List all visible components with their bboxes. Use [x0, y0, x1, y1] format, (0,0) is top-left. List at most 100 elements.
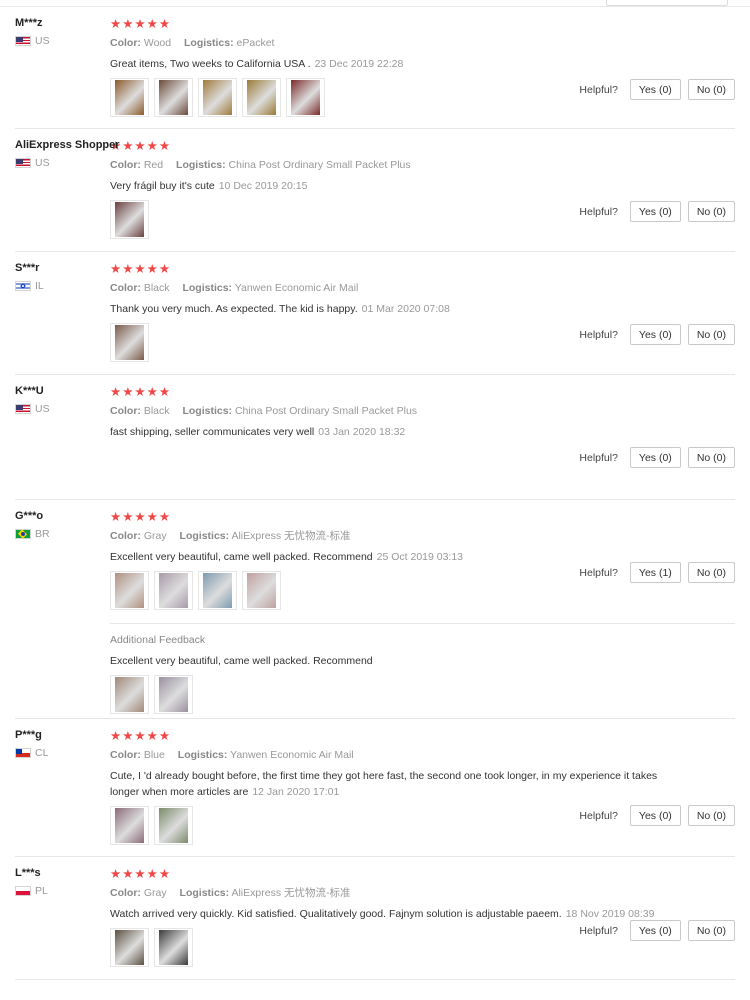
review-text: fast shipping, seller communicates very … — [110, 424, 660, 440]
review-content: ★★★★★ Color: Black Logistics: Yanwen Eco… — [110, 252, 735, 362]
helpful-label: Helpful? — [579, 809, 618, 822]
review-meta: Color: Blue Logistics: Yanwen Economic A… — [110, 749, 735, 762]
review-meta: Color: Wood Logistics: ePacket — [110, 37, 735, 50]
review-item: M***z US ★★★★★ Color: Wood Logistics: eP… — [15, 7, 735, 129]
country-code: IL — [35, 280, 44, 292]
reviewer-info: P***g CL — [15, 729, 110, 759]
logistics-label: Logistics: — [177, 749, 228, 761]
country-flag-icon — [15, 886, 31, 896]
review-date: 25 Oct 2019 03:13 — [376, 551, 464, 563]
helpful-label: Helpful? — [579, 205, 618, 218]
review-body: Cute, I 'd already bought before, the fi… — [110, 770, 658, 798]
rating-stars: ★★★★★ — [110, 729, 172, 743]
color-label: Color: — [110, 887, 141, 899]
helpful-no-button[interactable]: No (0) — [687, 805, 735, 826]
additional-feedback: Additional Feedback Excellent very beaut… — [110, 623, 735, 714]
review-date: 18 Nov 2019 08:39 — [565, 908, 655, 920]
helpful-label: Helpful? — [579, 83, 618, 96]
review-photo-thumbnail[interactable] — [242, 571, 281, 610]
color-label: Color: — [110, 530, 141, 542]
color-value: Gray — [143, 887, 167, 899]
logistics-value: ePacket — [236, 37, 275, 49]
helpful-yes-button[interactable]: Yes (0) — [629, 201, 681, 222]
reviewer-info: G***o BR — [15, 510, 110, 540]
helpful-controls: Helpful? Yes (0) No (0) — [579, 920, 735, 941]
color-value: Black — [143, 405, 170, 417]
review-photo-thumbnail[interactable] — [110, 675, 149, 714]
review-photo-thumbnail[interactable] — [286, 78, 325, 117]
review-photo-thumbnail[interactable] — [242, 78, 281, 117]
color-value: Black — [143, 282, 170, 294]
logistics-label: Logistics: — [179, 887, 230, 899]
review-body: fast shipping, seller communicates very … — [110, 426, 315, 438]
reviewer-info: K***U US — [15, 385, 110, 415]
review-photo-thumbnail[interactable] — [154, 675, 193, 714]
helpful-yes-button[interactable]: Yes (1) — [629, 562, 681, 583]
reviewer-country: BR — [15, 528, 110, 540]
helpful-controls: Helpful? Yes (0) No (0) — [579, 805, 735, 826]
helpful-no-button[interactable]: No (0) — [687, 562, 735, 583]
color-value: Wood — [143, 37, 172, 49]
review-content: ★★★★★ Color: Gray Logistics: AliExpress … — [110, 500, 735, 714]
rating-stars: ★★★★★ — [110, 385, 172, 399]
helpful-yes-button[interactable]: Yes (0) — [629, 79, 681, 100]
review-photo-thumbnail[interactable] — [110, 571, 149, 610]
review-date: 10 Dec 2019 20:15 — [218, 180, 308, 192]
review-list: M***z US ★★★★★ Color: Wood Logistics: eP… — [0, 7, 750, 980]
helpful-no-button[interactable]: No (0) — [687, 79, 735, 100]
review-photo-thumbnail[interactable] — [198, 78, 237, 117]
review-photo-thumbnail[interactable] — [154, 928, 193, 967]
review-meta: Color: Black Logistics: China Post Ordin… — [110, 405, 735, 418]
helpful-no-button[interactable]: No (0) — [687, 324, 735, 345]
review-date: 23 Dec 2019 22:28 — [314, 58, 404, 70]
helpful-no-button[interactable]: No (0) — [687, 201, 735, 222]
review-text: Excellent very beautiful, came well pack… — [110, 549, 660, 565]
country-code: US — [35, 35, 50, 47]
review-content: ★★★★★ Color: Gray Logistics: AliExpress … — [110, 857, 735, 967]
rating-stars: ★★★★★ — [110, 139, 172, 153]
review-photo-image — [291, 80, 320, 115]
review-photo-thumbnail[interactable] — [110, 200, 149, 239]
helpful-yes-button[interactable]: Yes (0) — [629, 324, 681, 345]
review-photo-image — [115, 573, 144, 608]
additional-photos — [110, 675, 735, 714]
helpful-label: Helpful? — [579, 451, 618, 464]
review-photo-thumbnail[interactable] — [110, 323, 149, 362]
helpful-no-button[interactable]: No (0) — [687, 920, 735, 941]
review-photo-thumbnail[interactable] — [154, 806, 193, 845]
review-photo-thumbnail[interactable] — [154, 78, 193, 117]
reviewer-country: PL — [15, 885, 110, 897]
helpful-yes-button[interactable]: Yes (0) — [629, 920, 681, 941]
review-content: ★★★★★ Color: Black Logistics: China Post… — [110, 375, 735, 440]
rating-stars: ★★★★★ — [110, 262, 172, 276]
review-photo-thumbnail[interactable] — [110, 78, 149, 117]
review-photo-thumbnail[interactable] — [110, 928, 149, 967]
sort-dropdown[interactable] — [606, 0, 728, 6]
review-photo-image — [115, 80, 144, 115]
review-item: AliExpress Shopper US ★★★★★ Color: Red L… — [15, 129, 735, 252]
reviewer-info: M***z US — [15, 17, 110, 47]
review-photo-image — [115, 930, 144, 965]
color-label: Color: — [110, 37, 141, 49]
review-content: ★★★★★ Color: Red Logistics: China Post O… — [110, 129, 735, 239]
color-label: Color: — [110, 159, 141, 171]
review-photo-thumbnail[interactable] — [198, 571, 237, 610]
review-date: 12 Jan 2020 17:01 — [252, 786, 340, 798]
review-text: Watch arrived very quickly. Kid satisfie… — [110, 906, 660, 922]
review-photo-thumbnail[interactable] — [154, 571, 193, 610]
reviewer-country: US — [15, 157, 110, 169]
helpful-yes-button[interactable]: Yes (0) — [629, 447, 681, 468]
country-flag-icon — [15, 281, 31, 291]
review-meta: Color: Gray Logistics: AliExpress 无忧物流-标… — [110, 887, 735, 900]
reviewer-name: L***s — [15, 867, 41, 879]
review-photo-thumbnail[interactable] — [110, 806, 149, 845]
review-photo-image — [115, 677, 144, 712]
logistics-value: AliExpress 无忧物流-标准 — [231, 530, 351, 542]
review-text: Thank you very much. As expected. The ki… — [110, 301, 660, 317]
logistics-value: Yanwen Economic Air Mail — [230, 749, 354, 761]
rating-stars: ★★★★★ — [110, 17, 172, 31]
color-label: Color: — [110, 749, 141, 761]
reviewer-country: CL — [15, 747, 110, 759]
helpful-yes-button[interactable]: Yes (0) — [629, 805, 681, 826]
helpful-no-button[interactable]: No (0) — [687, 447, 735, 468]
